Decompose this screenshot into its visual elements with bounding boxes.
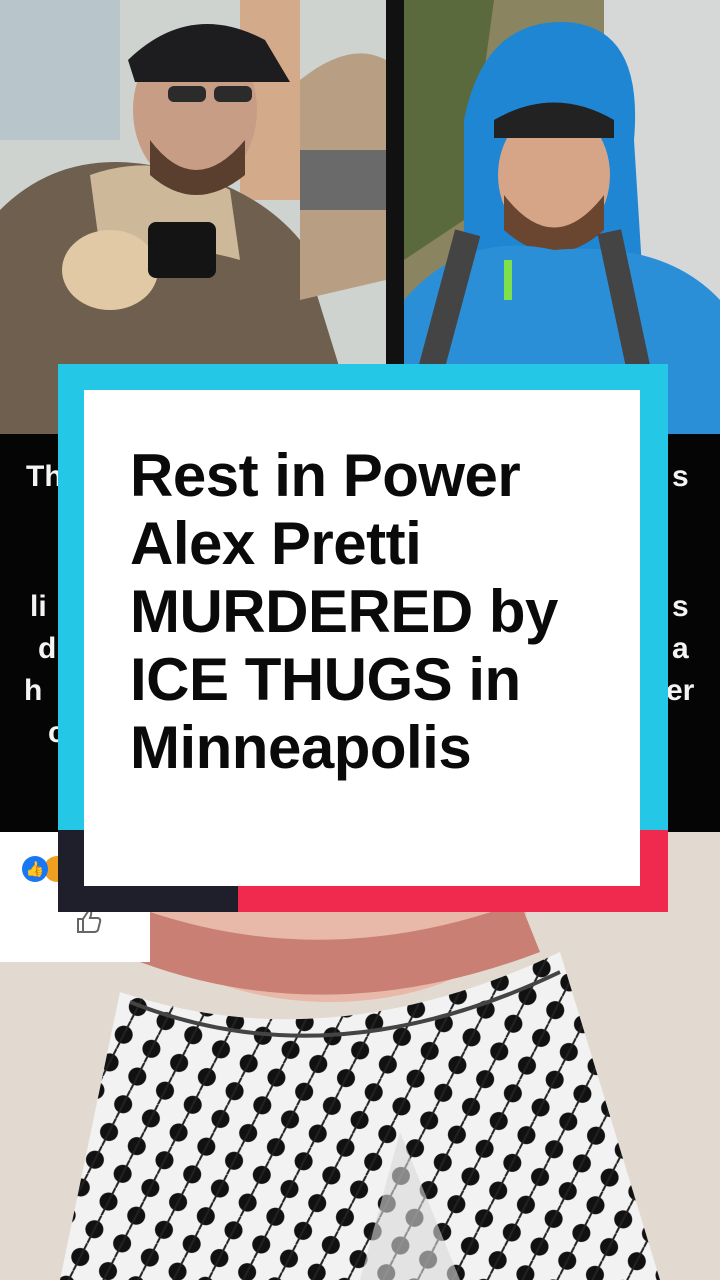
caption-fragment-right: er [666,674,695,707]
title-line: Alex Pretti [130,510,422,577]
caption-fragment-left: d [38,632,57,665]
title-card: Rest in Power Alex Pretti MURDERED by IC… [84,390,640,886]
caption-fragment-left: h [24,674,43,707]
title-line: Minneapolis [130,714,472,781]
caption-fragment-right: s [672,460,689,493]
title-line: ICE THUGS in [130,646,521,713]
title-line: MURDERED by [130,578,558,645]
title-card-text: Rest in Power Alex Pretti MURDERED by IC… [130,442,620,782]
caption-fragment-left: li [30,590,47,623]
caption-fragment-right: a [672,632,689,665]
thumbs-up-icon: 👍 [22,856,48,882]
video-frame: Th li d h c s s a er 👍 Rest in Power Ale… [0,0,720,1280]
title-line: Rest in Power [130,442,521,509]
caption-fragment-right: s [672,590,689,623]
